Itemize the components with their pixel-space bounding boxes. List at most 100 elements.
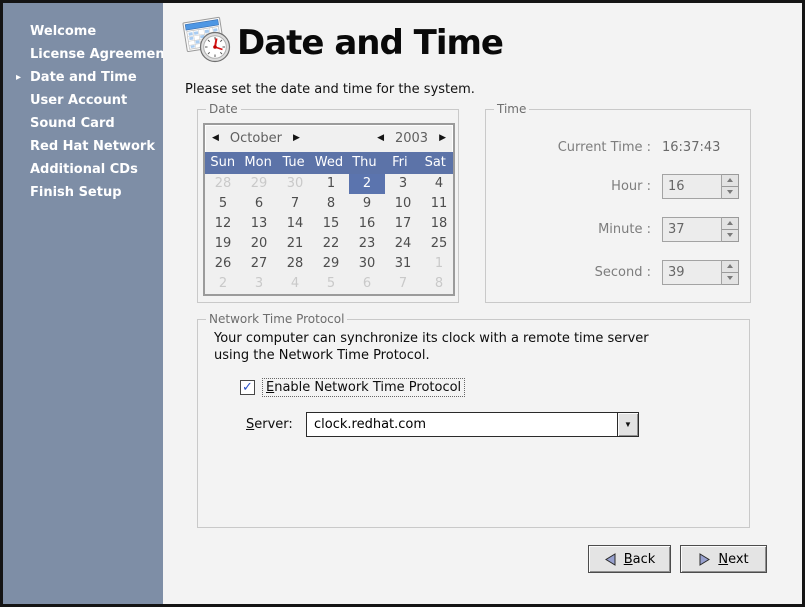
second-row: Second : 39 — [486, 260, 739, 285]
next-year-button[interactable]: ▶ — [439, 125, 446, 152]
calendar-day[interactable]: 23 — [349, 234, 385, 254]
second-label: Second : — [486, 265, 651, 280]
calendar-day[interactable]: 7 — [277, 194, 313, 214]
weekday-header: Wed — [311, 152, 346, 174]
minute-label: Minute : — [486, 222, 651, 237]
minute-spin-up-button[interactable] — [722, 217, 739, 230]
calendar-day[interactable]: 21 — [277, 234, 313, 254]
calendar-day[interactable]: 7 — [385, 274, 421, 294]
calendar-day[interactable]: 12 — [205, 214, 241, 234]
checkmark-icon: ✓ — [242, 381, 253, 394]
calendar-day[interactable]: 16 — [349, 214, 385, 234]
calendar-day[interactable]: 29 — [241, 174, 277, 194]
sidebar-item-finish-setup[interactable]: Finish Setup — [3, 181, 163, 204]
ntp-enable-checkbox[interactable]: ✓ — [240, 380, 255, 395]
hour-field[interactable]: 16 — [662, 174, 722, 199]
active-item-marker-icon: ▸ — [16, 66, 21, 89]
calendar-day[interactable]: 8 — [313, 194, 349, 214]
back-button[interactable]: Back — [588, 545, 671, 573]
date-group: Date ◀ October ▶ ◀ 2003 ▶ SunMonTueWedTh… — [197, 109, 459, 303]
calendar-day[interactable]: 28 — [205, 174, 241, 194]
calendar-day[interactable]: 2 — [205, 274, 241, 294]
time-group-legend: Time — [494, 102, 529, 116]
second-field[interactable]: 39 — [662, 260, 722, 285]
calendar-day[interactable]: 4 — [277, 274, 313, 294]
calendar-day[interactable]: 19 — [205, 234, 241, 254]
sidebar-item-additional-cds[interactable]: Additional CDs — [3, 158, 163, 181]
calendar-day[interactable]: 4 — [421, 174, 457, 194]
calendar-day[interactable]: 5 — [205, 194, 241, 214]
server-dropdown-button[interactable]: ▼ — [618, 412, 639, 437]
hour-spin-up-button[interactable] — [722, 174, 739, 187]
minute-spin-down-button[interactable] — [722, 230, 739, 243]
second-spin-down-button[interactable] — [722, 273, 739, 286]
calendar-day[interactable]: 6 — [241, 194, 277, 214]
ntp-description-line2: using the Network Time Protocol. — [214, 347, 649, 364]
calendar-day[interactable]: 28 — [277, 254, 313, 274]
calendar-day[interactable]: 3 — [241, 274, 277, 294]
sidebar-item-user-account[interactable]: User Account — [3, 89, 163, 112]
next-month-button[interactable]: ▶ — [293, 125, 300, 152]
prev-year-button[interactable]: ◀ — [377, 125, 384, 152]
spin-down-icon — [727, 190, 733, 194]
calendar-day[interactable]: 31 — [385, 254, 421, 274]
minute-row: Minute : 37 — [486, 217, 739, 242]
ntp-enable-label[interactable]: Enable Network Time Protocol — [262, 378, 465, 397]
calendar-day[interactable]: 10 — [385, 194, 421, 214]
spin-up-icon — [727, 221, 733, 225]
sidebar-item-red-hat-network[interactable]: Red Hat Network — [3, 135, 163, 158]
calendar-day[interactable]: 14 — [277, 214, 313, 234]
second-spin-up-button[interactable] — [722, 260, 739, 273]
ntp-group: Network Time Protocol Your computer can … — [197, 319, 750, 528]
sidebar-item-license-agreement[interactable]: License Agreement — [3, 43, 163, 66]
time-group: Time Current Time : 16:37:43 Hour : 16 M… — [485, 109, 751, 303]
calendar-day[interactable]: 30 — [277, 174, 313, 194]
prev-month-button[interactable]: ◀ — [212, 125, 219, 152]
hour-spin-down-button[interactable] — [722, 187, 739, 200]
weekday-header: Fri — [382, 152, 417, 174]
sidebar-item-label: License Agreement — [30, 47, 171, 62]
sidebar-item-welcome[interactable]: Welcome — [3, 20, 163, 43]
minute-field[interactable]: 37 — [662, 217, 722, 242]
calendar-day[interactable]: 24 — [385, 234, 421, 254]
calendar-day[interactable]: 27 — [241, 254, 277, 274]
calendar-day[interactable]: 6 — [349, 274, 385, 294]
calendar-day[interactable]: 9 — [349, 194, 385, 214]
calendar-day[interactable]: 17 — [385, 214, 421, 234]
back-arrow-icon — [604, 553, 617, 566]
calendar-day[interactable]: 8 — [421, 274, 457, 294]
date-group-legend: Date — [206, 102, 241, 116]
weekday-header: Sat — [418, 152, 453, 174]
sidebar-item-date-and-time[interactable]: ▸ Date and Time — [3, 66, 163, 89]
calendar-day[interactable]: 18 — [421, 214, 457, 234]
calendar-day[interactable]: 11 — [421, 194, 457, 214]
calendar-day[interactable]: 13 — [241, 214, 277, 234]
minute-spinner — [722, 217, 739, 242]
calendar-day[interactable]: 15 — [313, 214, 349, 234]
calendar-day[interactable]: 3 — [385, 174, 421, 194]
setup-wizard-window: WelcomeLicense Agreement▸Date and TimeUs… — [0, 0, 805, 607]
server-input[interactable]: clock.redhat.com — [306, 412, 618, 437]
weekday-header: Sun — [205, 152, 240, 174]
ntp-enable-row: ✓ Enable Network Time Protocol — [240, 378, 465, 397]
calendar-day[interactable]: 20 — [241, 234, 277, 254]
calendar-day[interactable]: 5 — [313, 274, 349, 294]
hour-spinner — [722, 174, 739, 199]
calendar-day[interactable]: 26 — [205, 254, 241, 274]
calendar-day[interactable]: 29 — [313, 254, 349, 274]
sidebar-item-sound-card[interactable]: Sound Card — [3, 112, 163, 135]
sidebar-item-label: Finish Setup — [30, 185, 122, 200]
sidebar-item-label: Red Hat Network — [30, 139, 155, 154]
sidebar-item-label: Date and Time — [30, 70, 137, 85]
server-row: Server: clock.redhat.com ▼ — [246, 412, 639, 437]
calendar-day[interactable]: 1 — [421, 254, 457, 274]
current-time-label: Current Time : — [486, 140, 651, 155]
calendar-day[interactable]: 30 — [349, 254, 385, 274]
calendar-day[interactable]: 25 — [421, 234, 457, 254]
next-button[interactable]: Next — [680, 545, 767, 573]
server-combo: clock.redhat.com ▼ — [306, 412, 639, 437]
calendar-day[interactable]: 22 — [313, 234, 349, 254]
calendar-day-selected[interactable]: 2 — [349, 174, 385, 194]
calendar-widget: ◀ October ▶ ◀ 2003 ▶ SunMonTueWedThuFriS… — [203, 123, 455, 296]
calendar-day[interactable]: 1 — [313, 174, 349, 194]
